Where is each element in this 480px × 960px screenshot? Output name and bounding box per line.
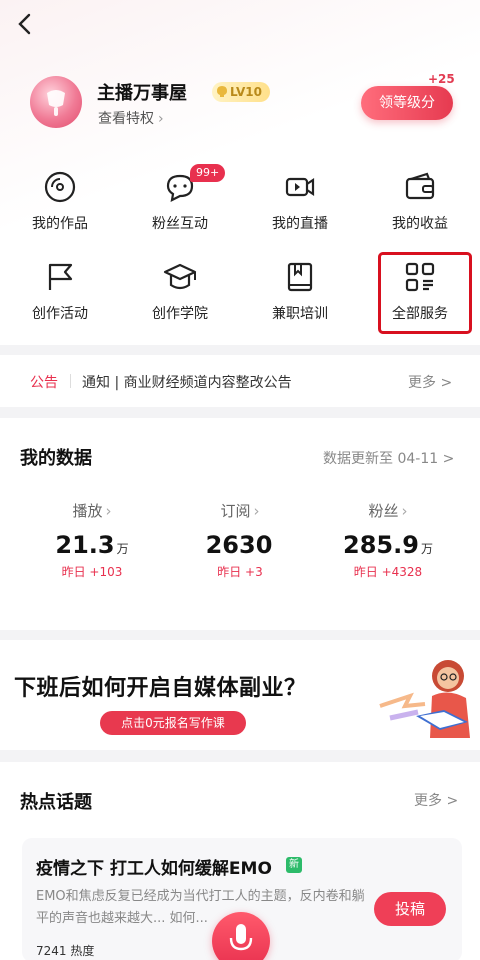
grid-item-label: 我的作品 bbox=[32, 216, 88, 232]
claim-bonus: +25 bbox=[428, 72, 455, 86]
stat-unit: 万 bbox=[116, 542, 129, 556]
stat-fans[interactable]: 粉丝 › 285.9 万 昨日 +4328 bbox=[308, 500, 468, 580]
submit-post-button[interactable]: 投稿 bbox=[374, 892, 446, 926]
grid-item-fans[interactable]: 99+ 粉丝互动 bbox=[120, 160, 240, 240]
grid-item-label: 粉丝互动 bbox=[152, 216, 208, 232]
grid-item-live[interactable]: 我的直播 bbox=[240, 160, 360, 240]
stat-name: 播放 bbox=[72, 502, 103, 520]
video-icon bbox=[285, 177, 315, 197]
chevron-right-icon: › bbox=[158, 111, 164, 127]
announcement-bar[interactable]: 公告 通知 | 商业财经频道内容整改公告 更多 > bbox=[0, 355, 480, 407]
reading-girl-illustration bbox=[379, 660, 470, 738]
stat-value: 21.3 bbox=[55, 531, 115, 559]
notice-more-link[interactable]: 更多 > bbox=[408, 372, 452, 392]
stat-delta: 昨日 +3 bbox=[217, 565, 263, 579]
back-arrow-icon[interactable] bbox=[14, 12, 38, 36]
chevron-right-icon: › bbox=[401, 502, 408, 520]
signup-course-button[interactable]: 点击0元报名写作课 bbox=[100, 711, 246, 735]
microphone-icon bbox=[229, 924, 253, 951]
stat-delta: 昨日 +103 bbox=[61, 565, 123, 579]
unread-badge: 99+ bbox=[190, 164, 226, 182]
grid-item-label: 我的直播 bbox=[272, 216, 328, 232]
grid-item-training[interactable]: 兼职培训 bbox=[240, 250, 360, 330]
grid-item-label: 我的收益 bbox=[392, 216, 448, 232]
level-text: LV10 bbox=[230, 85, 262, 99]
nickname: 主播万事屋 bbox=[97, 83, 187, 104]
microphone-icon bbox=[47, 90, 65, 116]
promo-banner[interactable]: 下班后如何开启自媒体副业？ 点击0元报名写作课 bbox=[0, 640, 480, 750]
stat-name: 粉丝 bbox=[368, 502, 399, 520]
flag-icon bbox=[48, 263, 73, 290]
data-update-link[interactable]: 数据更新至 04-11 > bbox=[323, 448, 454, 468]
grid-item-works[interactable]: 我的作品 bbox=[0, 160, 120, 240]
divider bbox=[70, 374, 71, 388]
grid-item-earnings[interactable]: 我的收益 bbox=[360, 160, 480, 240]
notice-tag: 公告 bbox=[30, 375, 58, 391]
avatar[interactable] bbox=[30, 76, 82, 128]
book-icon bbox=[287, 262, 313, 292]
grid-item-label: 创作学院 bbox=[152, 306, 208, 322]
new-tag: 新 bbox=[286, 857, 302, 873]
stat-unit: 万 bbox=[420, 542, 433, 556]
profile-header: 主播万事屋 LV10 查看特权 › 领等级分 +25 我的作品 99+ 粉丝互动 … bbox=[0, 0, 480, 345]
section-title: 热点话题 bbox=[20, 792, 92, 813]
grid-item-activities[interactable]: 创作活动 bbox=[0, 250, 120, 330]
disc-icon bbox=[44, 171, 76, 203]
stat-delta: 昨日 +4328 bbox=[353, 565, 423, 579]
chevron-right-icon: › bbox=[253, 502, 260, 520]
topic-description: EMO和焦虑反复已经成为当代打工人的主题，反内卷和躺平的声音也越来越大... 如… bbox=[36, 889, 365, 926]
graduation-cap-icon bbox=[163, 263, 197, 290]
stat-value: 2630 bbox=[205, 531, 273, 559]
topic-title: 疫情之下 打工人如何缓解EMO bbox=[36, 859, 272, 879]
hot-topics-more-link[interactable]: 更多 > bbox=[414, 790, 458, 810]
privilege-label: 查看特权 bbox=[98, 111, 154, 127]
highlight-box bbox=[378, 252, 472, 334]
stat-value: 285.9 bbox=[343, 531, 419, 559]
view-privilege-link[interactable]: 查看特权 › bbox=[98, 108, 164, 128]
topic-heat: 7241 热度 bbox=[36, 944, 95, 958]
banner-headline: 下班后如何开启自媒体副业？ bbox=[14, 676, 307, 701]
chevron-right-icon: › bbox=[105, 502, 112, 520]
record-button[interactable] bbox=[212, 912, 270, 960]
bulb-icon bbox=[217, 86, 227, 97]
grid-item-label: 兼职培训 bbox=[272, 306, 328, 322]
wallet-icon bbox=[405, 172, 435, 200]
claim-level-points-button[interactable]: 领等级分 bbox=[361, 86, 453, 120]
grid-item-academy[interactable]: 创作学院 bbox=[120, 250, 240, 330]
my-data-card: 我的数据 数据更新至 04-11 > 播放 › 21.3 万 昨日 +103 订阅 ›… bbox=[0, 418, 480, 630]
level-badge[interactable]: LV10 bbox=[212, 82, 270, 102]
notice-text[interactable]: 通知 | 商业财经频道内容整改公告 bbox=[82, 372, 292, 392]
stat-plays[interactable]: 播放 › 21.3 万 昨日 +103 bbox=[12, 500, 172, 580]
stat-subscriptions[interactable]: 订阅 › 2630 昨日 +3 bbox=[160, 500, 320, 580]
section-title: 我的数据 bbox=[20, 448, 92, 469]
grid-item-label: 创作活动 bbox=[32, 306, 88, 322]
stat-name: 订阅 bbox=[220, 502, 251, 520]
